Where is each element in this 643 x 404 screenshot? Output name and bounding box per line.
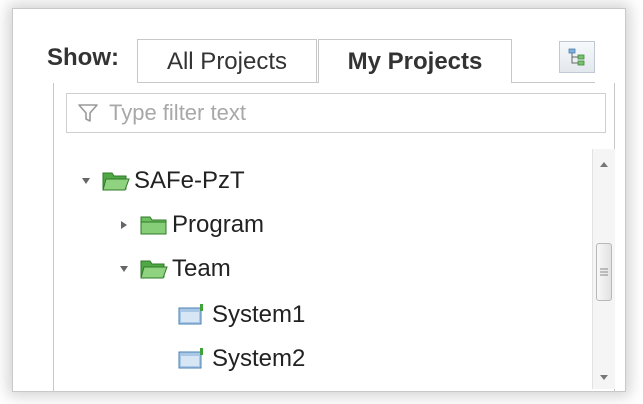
system-icon [178,348,203,369]
tree-item-safe-pzt[interactable]: SAFe-PzT [78,161,245,201]
filter-icon [78,104,98,122]
projects-panel: Show: All Projects My Projects Type filt… [12,8,626,392]
project-tree: SAFe-PzT Program Team System1 System2 [54,149,574,391]
open-folder-icon [102,172,130,191]
vertical-scrollbar[interactable] [592,149,615,389]
scroll-up-icon[interactable] [593,153,615,175]
project-tree-area: SAFe-PzT Program [53,83,615,391]
tree-item-system1[interactable]: System1 [178,295,305,335]
collapse-arrow-icon[interactable] [78,173,94,189]
tab-my-projects[interactable]: My Projects [318,39,512,83]
tab-all-projects[interactable]: All Projects [137,39,317,83]
collapse-arrow-icon[interactable] [116,261,132,277]
tree-item-label: SAFe-PzT [134,167,245,194]
show-label: Show: [47,44,119,71]
tree-structure-icon [568,48,585,66]
tab-bar: Show: All Projects My Projects [13,9,625,84]
tree-item-system2[interactable]: System2 [178,339,305,379]
scroll-thumb[interactable] [596,243,612,301]
tree-item-team[interactable]: Team [116,249,231,289]
tree-item-label: System2 [212,345,306,372]
open-folder-icon [140,260,168,279]
structure-view-button[interactable] [559,41,595,73]
tree-item-program[interactable]: Program [116,205,264,245]
tree-item-label: System1 [212,301,306,328]
filter-input[interactable] [107,99,591,127]
system-icon [178,304,203,325]
tree-item-label: Program [172,211,265,238]
folder-icon [140,216,167,235]
scroll-down-icon[interactable] [593,367,615,389]
tree-item-label: Team [172,255,231,282]
tab-active-gap [319,82,511,84]
filter-box [66,93,606,133]
expand-arrow-icon[interactable] [116,217,132,233]
grip-icon [600,268,608,276]
